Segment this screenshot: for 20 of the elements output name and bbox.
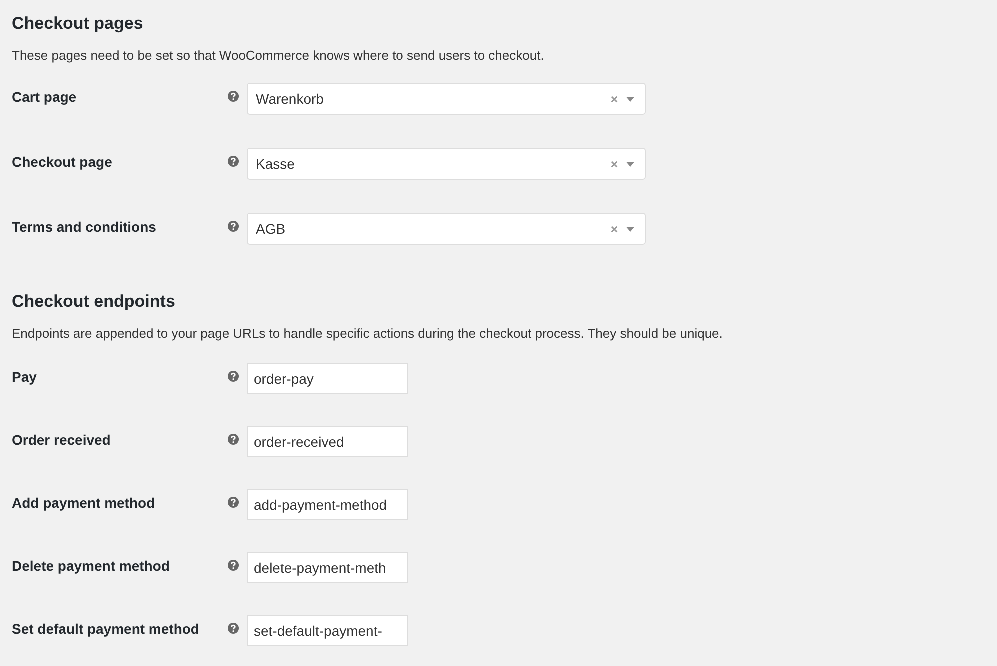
endpoint-field[interactable]: add-payment-method bbox=[247, 489, 408, 520]
page-select[interactable]: Warenkorb bbox=[247, 83, 646, 115]
section-heading: Checkout pages bbox=[12, 13, 144, 35]
page-select[interactable]: Kasse bbox=[247, 148, 646, 180]
field-label: Checkout page bbox=[12, 153, 114, 172]
section-description: These pages need to be set so that WooCommerce knows where to send users to checkout. bbox=[12, 47, 546, 65]
field-label: Set default payment method bbox=[12, 620, 200, 639]
endpoint-field[interactable]: order-pay bbox=[247, 363, 408, 394]
field-label: Pay bbox=[12, 368, 38, 387]
endpoint-field[interactable]: order-received bbox=[247, 426, 408, 457]
page-select[interactable]: AGB bbox=[247, 213, 646, 245]
field-label: Cart page bbox=[12, 88, 78, 107]
field-label: Order received bbox=[12, 431, 112, 450]
section-description: Endpoints are appended to your page URLs to handle specific actions during the checkout process. They should be unique. bbox=[12, 325, 724, 343]
field-label: Delete payment method bbox=[12, 557, 171, 576]
field-label: Terms and conditions bbox=[12, 218, 158, 237]
section-heading: Checkout endpoints bbox=[12, 291, 176, 313]
endpoint-field[interactable]: set-default-payment- bbox=[247, 615, 408, 646]
endpoint-field[interactable]: delete-payment-meth bbox=[247, 552, 408, 583]
field-label: Add payment method bbox=[12, 494, 156, 513]
